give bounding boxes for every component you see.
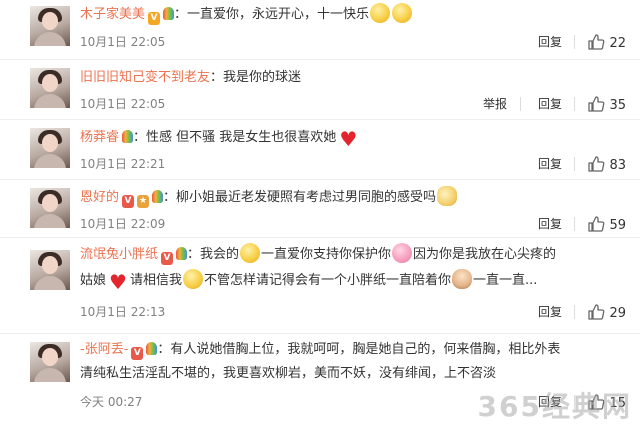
comment-list: 木子家美美 V ：一直爱你，永远开心，十一快乐 10月1日 22:05 回复 22 …: [0, 0, 640, 429]
rainbow-bulb-icon[interactable]: [163, 7, 175, 20]
like-count: 59: [609, 218, 626, 233]
comment-text-line: 姑娘 ♥ 请相信我 不管怎样请记得会有一个小胖纸一直陪着你 一直一直...: [80, 268, 628, 294]
rainbow-bulb-icon[interactable]: [176, 247, 188, 260]
thumb-up-icon: [588, 96, 605, 112]
reply-button[interactable]: 回复: [538, 34, 562, 50]
thumb-up-icon: [588, 394, 605, 410]
comment-text: ：柳小姐最近老发硬照有考虑过男同胞的感受吗: [163, 190, 437, 205]
comment-item: 旧旧旧知己变不到老友：我是你的球迷 10月1日 22:05 举报 回复 35: [0, 60, 640, 120]
rainbow-bulb-icon[interactable]: [152, 190, 164, 203]
report-button[interactable]: 举报: [483, 96, 507, 112]
like-button[interactable]: 15: [587, 393, 626, 411]
comment-text: 一直爱你支持你保护你: [261, 247, 392, 262]
comment-item: -张阿丢- V ：有人说她借胸上位，我就呵呵，胸是她自己的，何来借胸，相比外表 清纯…: [0, 334, 640, 429]
comment-time: 10月1日 22:13: [80, 305, 166, 319]
comment-text-line: 旧旧旧知己变不到老友：我是你的球迷: [80, 65, 628, 91]
comment-text: 姑娘: [80, 273, 107, 288]
avatar[interactable]: [30, 68, 70, 108]
like-count: 35: [609, 98, 626, 113]
comment-text-line: 清纯私生活淫乱不堪的，我更喜欢柳岩，美而不妖，没有绯闻，上不咨淡: [80, 361, 628, 387]
thumb-up-icon: [588, 34, 605, 50]
like-count: 15: [609, 396, 626, 411]
username-link[interactable]: 木子家美美: [80, 7, 145, 22]
avatar[interactable]: [30, 188, 70, 228]
doge-emoji-icon: [437, 186, 458, 206]
username-link[interactable]: 流氓兔小胖纸: [80, 247, 158, 262]
username-link[interactable]: 杨莽睿: [80, 130, 119, 145]
comment-item: 杨莽睿 ：性感 但不骚 我是女生也很喜欢她 ♥ 10月1日 22:21 回复 83: [0, 120, 640, 180]
comment-item: 恩好的 V ★ ：柳小姐最近老发硬照有考虑过男同胞的感受吗 10月1日 22:09 回…: [0, 180, 640, 238]
comment-item: 木子家美美 V ：一直爱你，永远开心，十一快乐 10月1日 22:05 回复 22: [0, 0, 640, 60]
fat-boy-emoji-icon: [183, 269, 204, 289]
thumb-up-icon: [588, 304, 605, 320]
comment-text-line: 流氓兔小胖纸 V ：我会的 一直爱你支持你保护你 因为你是我放在心尖疼的: [80, 242, 628, 268]
username-link[interactable]: 旧旧旧知己变不到老友: [80, 70, 210, 85]
heart-emoji-icon: ♥: [339, 127, 358, 151]
like-count: 83: [609, 158, 626, 173]
level-badge-icon[interactable]: ★: [137, 195, 150, 208]
reply-button[interactable]: 回复: [538, 394, 562, 410]
comment-text: ：我是你的球迷: [210, 70, 302, 85]
avatar[interactable]: [30, 128, 70, 168]
divider: [574, 305, 575, 319]
reply-button[interactable]: 回复: [538, 304, 562, 320]
avatar[interactable]: [30, 250, 70, 290]
comment-text: 不管怎样请记得会有一个小胖纸一直陪着你: [204, 273, 452, 288]
thumb-up-icon: [588, 216, 605, 232]
comment-time: 今天 00:27: [80, 395, 143, 409]
avatar[interactable]: [30, 6, 70, 46]
heart-emoji-icon: ♥: [109, 270, 127, 294]
thumb-up-icon: [588, 156, 605, 172]
chibi-emoji-icon: [452, 269, 473, 289]
rainbow-bulb-icon[interactable]: [146, 342, 158, 355]
username-link[interactable]: 恩好的: [80, 190, 119, 205]
comment-text: 清纯私生活淫乱不堪的，我更喜欢柳岩，美而不妖，没有绯闻，: [80, 366, 445, 381]
comment-time: 10月1日 22:05: [80, 35, 166, 49]
like-button[interactable]: 83: [587, 155, 626, 173]
member-badge-icon[interactable]: V: [122, 195, 135, 208]
reply-button[interactable]: 回复: [538, 156, 562, 172]
avatar[interactable]: [30, 342, 70, 382]
divider: [574, 35, 575, 49]
comment-text: 一直一直...: [473, 273, 538, 288]
reply-button[interactable]: 回复: [538, 216, 562, 232]
relieved-face-emoji-icon: [370, 3, 391, 23]
like-count: 29: [609, 306, 626, 321]
member-badge-icon[interactable]: V: [161, 252, 174, 265]
like-button[interactable]: 29: [587, 303, 626, 321]
comment-text-line: 木子家美美 V ：一直爱你，永远开心，十一快乐: [80, 2, 628, 28]
divider: [574, 395, 575, 409]
username-link[interactable]: -张阿丢-: [80, 342, 128, 357]
comment-text-line: -张阿丢- V ：有人说她借胸上位，我就呵呵，胸是她自己的，何来借胸，相比外表: [80, 337, 628, 363]
comment-text-line: 恩好的 V ★ ：柳小姐最近老发硬照有考虑过男同胞的感受吗: [80, 185, 628, 211]
divider: [574, 97, 575, 111]
comment-text-line: 杨莽睿 ：性感 但不骚 我是女生也很喜欢她 ♥: [80, 125, 628, 151]
like-button[interactable]: 22: [587, 33, 626, 51]
comment-time: 10月1日 22:21: [80, 157, 166, 171]
comment-text: 上不咨淡: [444, 366, 497, 381]
comment-time: 10月1日 22:05: [80, 97, 166, 111]
divider: [574, 157, 575, 171]
comment-text: ：我会的: [187, 247, 240, 262]
comment-text: ：性感 但不骚 我是女生也很喜欢她: [133, 130, 337, 145]
rainbow-bulb-icon[interactable]: [122, 130, 134, 143]
comment-item: 流氓兔小胖纸 V ：我会的 一直爱你支持你保护你 因为你是我放在心尖疼的 姑娘 ♥ 请相信我…: [0, 238, 640, 334]
comment-text: 因为你是我放在心尖疼的: [413, 247, 557, 262]
relieved-face-emoji-icon: [392, 3, 413, 23]
comment-text: 请相信我: [130, 273, 183, 288]
divider: [520, 97, 521, 111]
verified-badge-icon[interactable]: V: [148, 12, 161, 25]
pig-emoji-icon: [392, 243, 413, 263]
like-button[interactable]: 59: [587, 215, 626, 233]
comment-text: ：一直爱你，永远开心，十一快乐: [174, 7, 370, 22]
reply-button[interactable]: 回复: [538, 96, 562, 112]
member-badge-icon[interactable]: V: [131, 347, 144, 360]
comment-text: ：有人说她借胸上位，我就呵呵，胸是她自己的，何来借胸，相比外表: [157, 342, 561, 357]
like-button[interactable]: 35: [587, 95, 626, 113]
comment-time: 10月1日 22:09: [80, 217, 166, 231]
divider: [574, 217, 575, 231]
like-count: 22: [609, 36, 626, 51]
smirk-face-emoji-icon: [240, 243, 261, 263]
